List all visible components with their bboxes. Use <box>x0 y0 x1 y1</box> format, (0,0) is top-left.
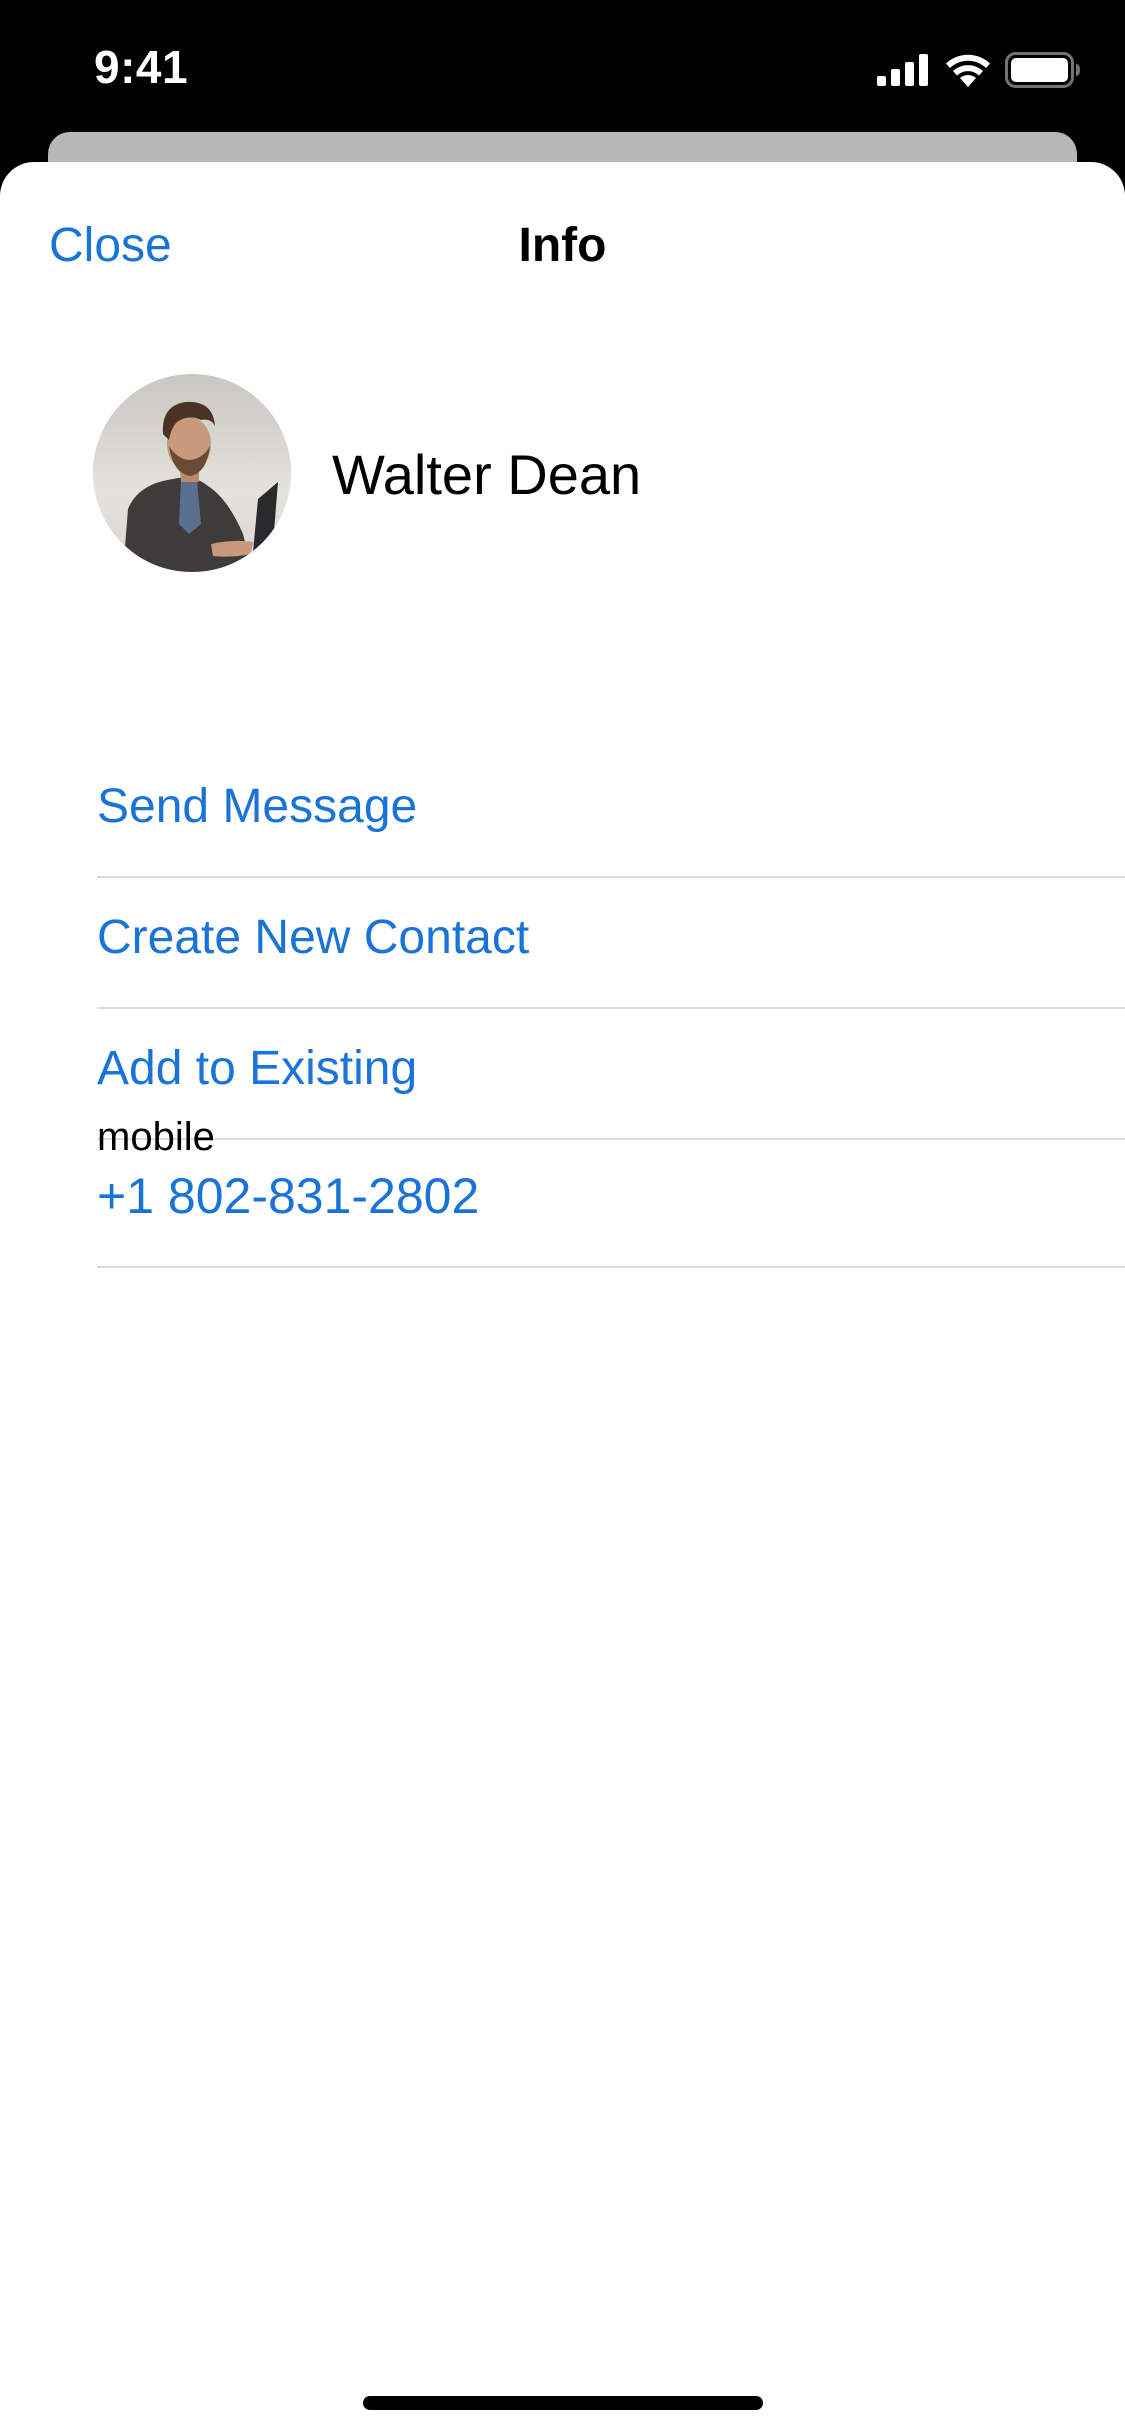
create-new-contact-label: Create New Contact <box>97 911 530 964</box>
create-new-contact-button[interactable]: Create New Contact <box>97 878 1125 1009</box>
cellular-signal-icon <box>877 54 928 86</box>
send-message-label: Send Message <box>97 780 418 833</box>
avatar-photo <box>93 374 291 572</box>
status-bar: 9:41 <box>0 0 1125 135</box>
send-message-button[interactable]: Send Message <box>97 747 1125 878</box>
add-to-existing-label: Add to Existing <box>97 1042 418 1095</box>
status-icons <box>877 50 1081 90</box>
phone-label: mobile <box>97 1115 215 1159</box>
home-indicator[interactable] <box>363 2396 763 2410</box>
screen: 9:41 Info Close Walter Dean Send Message… <box>0 0 1125 2436</box>
wifi-icon <box>946 54 990 87</box>
info-sheet: Info Close Walter Dean Send Message Crea… <box>0 162 1125 2436</box>
phone-number-link[interactable]: +1 802-831-2802 <box>97 1167 479 1225</box>
contact-name: Walter Dean <box>332 443 642 506</box>
avatar[interactable] <box>93 374 291 572</box>
phone-row: mobile +1 802-831-2802 <box>97 1115 1125 1268</box>
close-button[interactable]: Close <box>49 218 172 273</box>
battery-icon <box>1005 52 1080 88</box>
status-time: 9:41 <box>94 41 189 93</box>
